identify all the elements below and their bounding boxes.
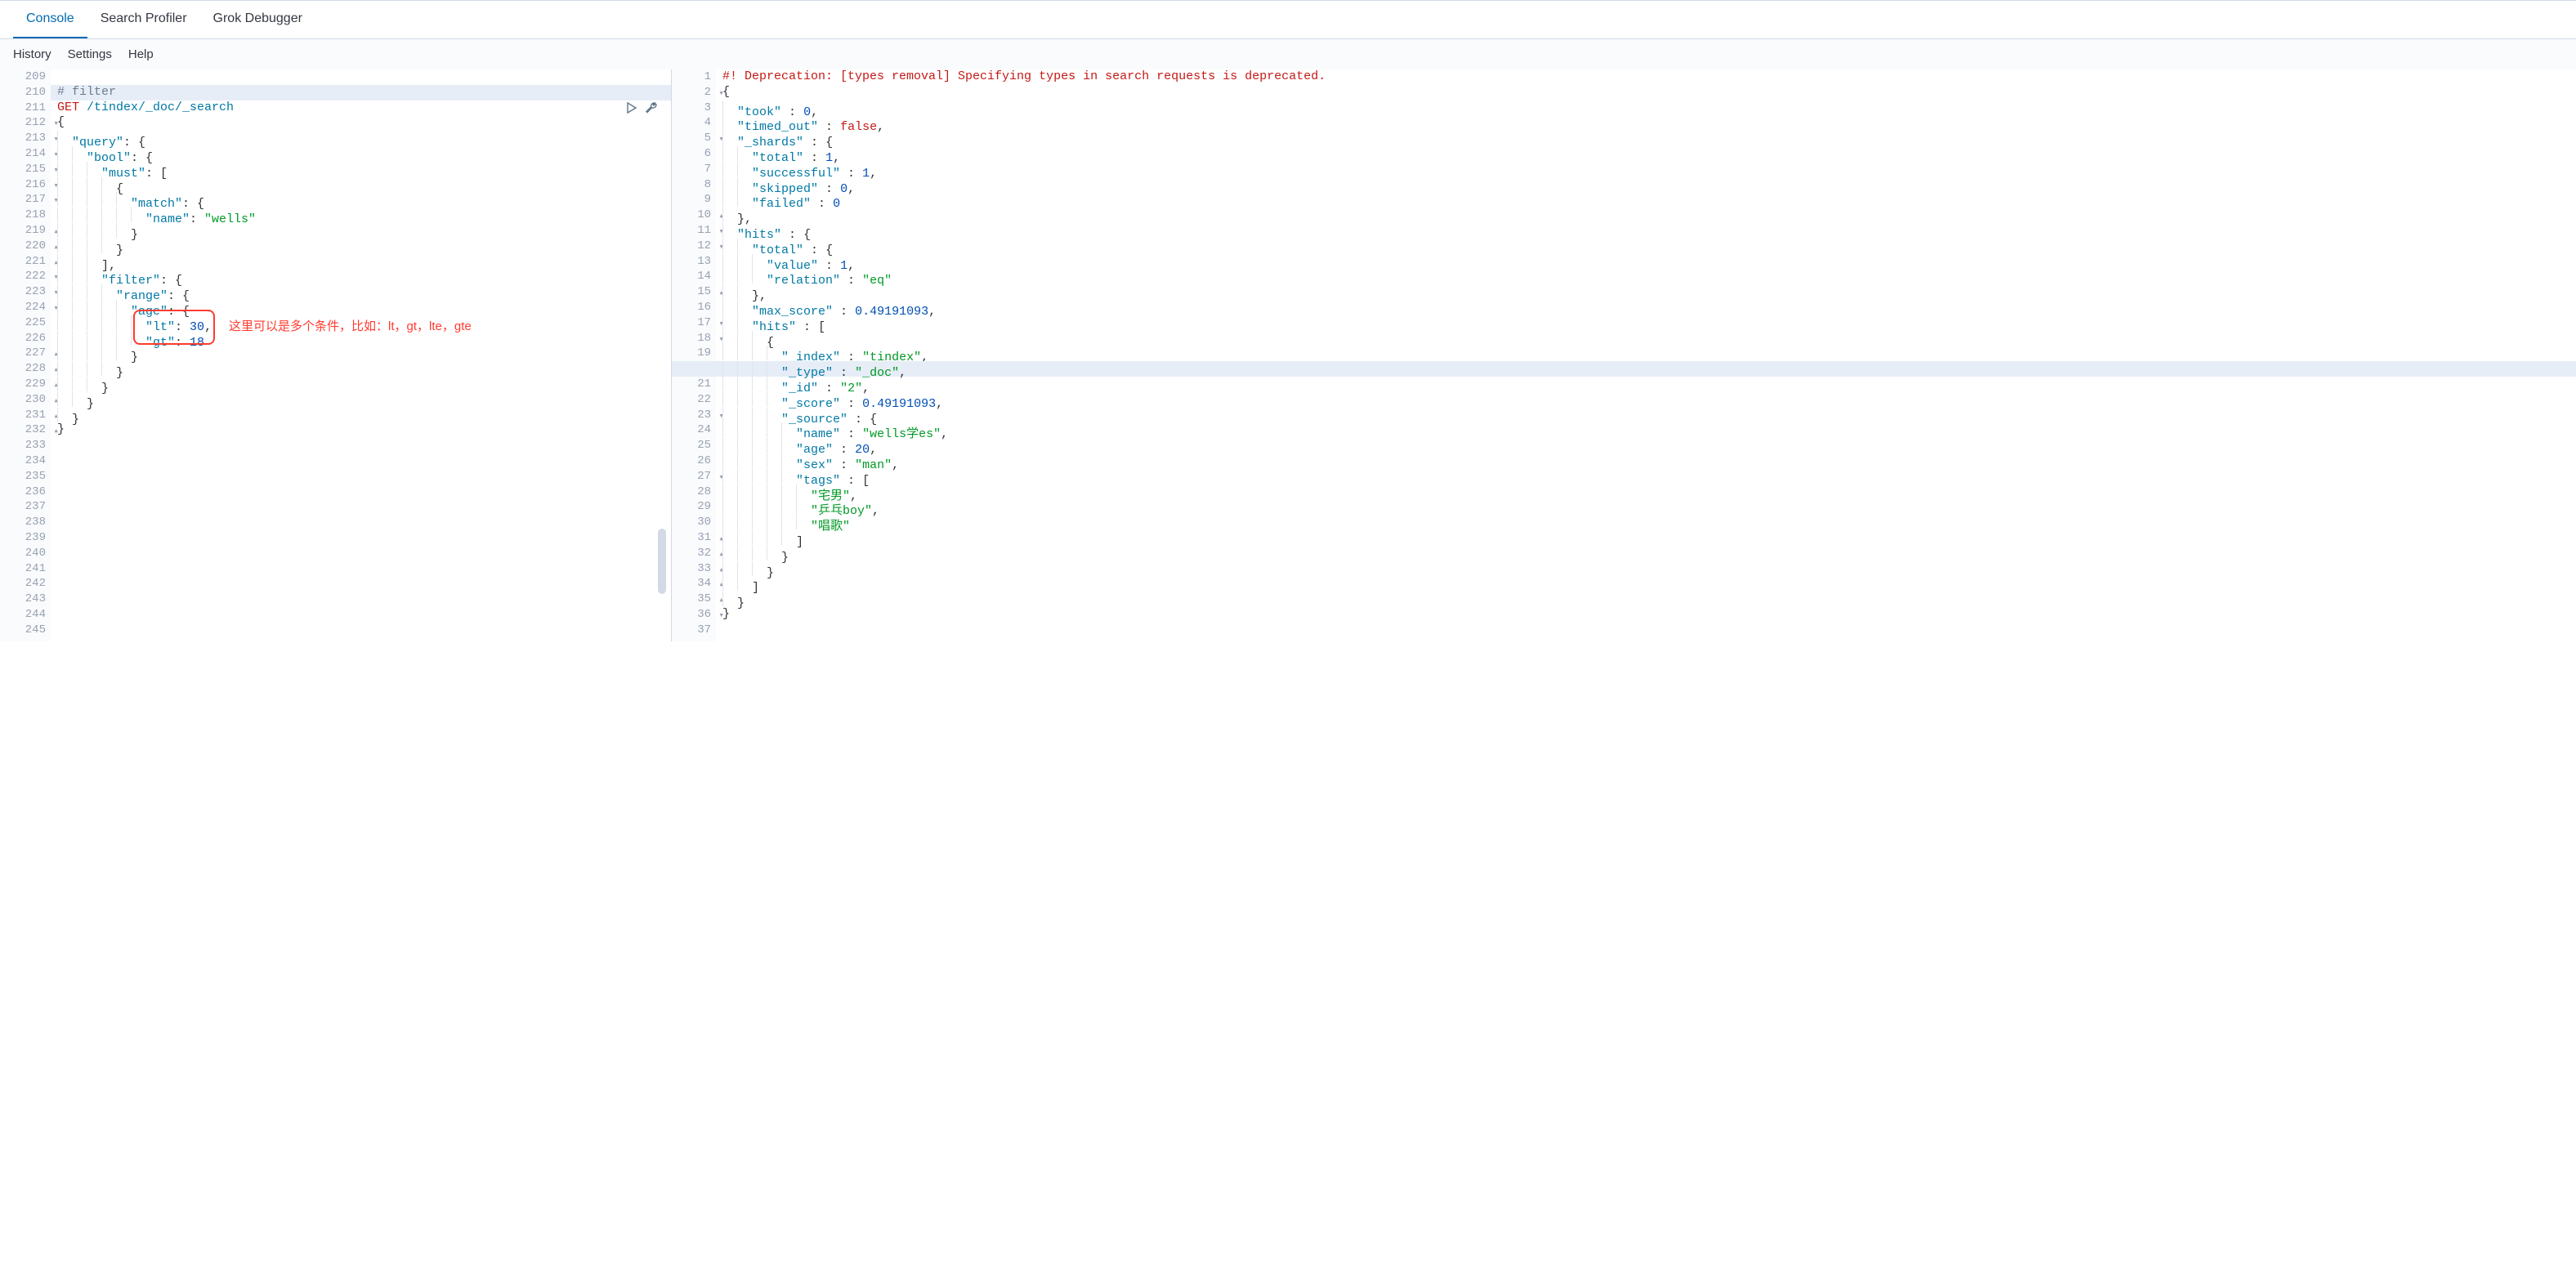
code-line[interactable] xyxy=(57,453,671,469)
code-line[interactable]: } xyxy=(57,239,671,254)
code-line[interactable]: } xyxy=(57,377,671,392)
code-line[interactable] xyxy=(57,69,671,85)
code-line[interactable] xyxy=(722,623,2576,638)
code-line[interactable]: ] xyxy=(722,530,2576,546)
response-code[interactable]: #! Deprecation: [types removal] Specifyi… xyxy=(716,69,2576,641)
code-line[interactable]: } xyxy=(57,361,671,377)
play-icon[interactable] xyxy=(625,101,638,120)
help-link[interactable]: Help xyxy=(128,47,154,61)
code-line[interactable]: "_id" : "2", xyxy=(722,377,2576,392)
code-line[interactable]: "total" : 1, xyxy=(722,146,2576,162)
code-line[interactable]: "relation" : "eq" xyxy=(722,269,2576,284)
code-line[interactable] xyxy=(57,484,671,500)
code-line[interactable]: "total" : { xyxy=(722,239,2576,254)
settings-link[interactable]: Settings xyxy=(68,47,112,61)
code-line[interactable]: "took" : 0, xyxy=(722,100,2576,116)
code-line[interactable] xyxy=(57,499,671,515)
code-line[interactable]: } xyxy=(722,592,2576,607)
code-line[interactable]: "_score" : 0.49191093, xyxy=(722,392,2576,408)
tab-search-profiler[interactable]: Search Profiler xyxy=(87,1,200,38)
code-line[interactable] xyxy=(57,561,671,577)
console-subbar: History Settings Help xyxy=(0,39,2576,69)
annotation-text: 这里可以是多个条件，比如：lt，gt，lte，gte xyxy=(229,319,472,335)
code-line[interactable]: } xyxy=(57,408,671,423)
wrench-icon[interactable] xyxy=(645,101,658,120)
code-line[interactable]: { xyxy=(722,331,2576,346)
code-line[interactable] xyxy=(57,546,671,561)
code-line[interactable]: } xyxy=(57,392,671,408)
request-editor[interactable]: 209210211212▾213▾214▾215▾216▾217▾218219▴… xyxy=(0,69,672,641)
request-scrollbar[interactable] xyxy=(658,529,666,594)
code-line[interactable]: } xyxy=(722,546,2576,561)
code-line[interactable]: "sex" : "man", xyxy=(722,453,2576,469)
tab-console[interactable]: Console xyxy=(13,1,87,38)
code-line[interactable]: "乒乓boy", xyxy=(722,499,2576,515)
code-line[interactable] xyxy=(57,576,671,592)
code-line[interactable]: "failed" : 0 xyxy=(722,192,2576,208)
annotation-box xyxy=(133,310,215,346)
code-line[interactable]: "_shards" : { xyxy=(722,131,2576,146)
code-line[interactable]: "_index" : "tindex", xyxy=(722,346,2576,361)
code-line[interactable]: "宅男", xyxy=(722,484,2576,500)
code-line[interactable]: "name": "wells" xyxy=(57,208,671,223)
code-line[interactable] xyxy=(57,592,671,607)
code-line[interactable]: "age" : 20, xyxy=(722,438,2576,453)
code-line[interactable]: "bool": { xyxy=(57,146,671,162)
response-gutter: 12▾345▾678910▴11▾12▾131415▴1617▾18▾19202… xyxy=(672,69,716,641)
code-line[interactable]: "timed_out" : false, xyxy=(722,115,2576,131)
code-line[interactable]: "唱歌" xyxy=(722,515,2576,530)
code-line[interactable]: } xyxy=(57,346,671,361)
code-line[interactable]: "match": { xyxy=(57,192,671,208)
code-line[interactable] xyxy=(57,515,671,530)
editor-split: 209210211212▾213▾214▾215▾216▾217▾218219▴… xyxy=(0,69,2576,641)
code-line[interactable]: ], xyxy=(57,254,671,270)
code-line[interactable]: "hits" : [ xyxy=(722,315,2576,331)
code-line[interactable]: "value" : 1, xyxy=(722,254,2576,270)
code-line[interactable]: "skipped" : 0, xyxy=(722,177,2576,193)
code-line[interactable] xyxy=(57,438,671,453)
code-line[interactable]: "successful" : 1, xyxy=(722,162,2576,177)
code-line[interactable]: "max_score" : 0.49191093, xyxy=(722,300,2576,315)
code-line[interactable]: "tags" : [ xyxy=(722,469,2576,484)
code-line[interactable]: "must": [ xyxy=(57,162,671,177)
code-line[interactable]: "name" : "wells学es", xyxy=(722,422,2576,438)
code-line[interactable] xyxy=(57,623,671,638)
code-line[interactable]: "query": { xyxy=(57,131,671,146)
code-line[interactable]: ] xyxy=(722,576,2576,592)
request-code[interactable]: # filterGET /tindex/_doc/_search{"query"… xyxy=(51,69,671,641)
code-line[interactable]: } xyxy=(722,607,2576,623)
code-line[interactable]: "_type" : "_doc", xyxy=(722,361,2576,377)
code-line[interactable]: }, xyxy=(722,208,2576,223)
response-viewer[interactable]: ⋮ 12▾345▾678910▴11▾12▾131415▴1617▾18▾192… xyxy=(672,69,2576,641)
code-line[interactable]: GET /tindex/_doc/_search xyxy=(57,100,671,116)
code-line[interactable]: } xyxy=(57,422,671,438)
request-actions xyxy=(625,101,658,120)
code-line[interactable]: "range": { xyxy=(57,284,671,300)
code-line[interactable]: }, xyxy=(722,284,2576,300)
code-line[interactable]: } xyxy=(57,223,671,239)
code-line[interactable] xyxy=(57,469,671,484)
code-line[interactable]: #! Deprecation: [types removal] Specifyi… xyxy=(722,69,2576,85)
code-line[interactable]: "hits" : { xyxy=(722,223,2576,239)
code-line[interactable]: # filter xyxy=(57,85,671,100)
code-line[interactable]: { xyxy=(722,85,2576,100)
code-line[interactable]: { xyxy=(57,177,671,193)
code-line[interactable]: "_source" : { xyxy=(722,408,2576,423)
code-line[interactable] xyxy=(57,607,671,623)
code-line[interactable]: { xyxy=(57,115,671,131)
code-line[interactable]: } xyxy=(722,561,2576,577)
code-line[interactable]: "filter": { xyxy=(57,269,671,284)
dev-tools-tabs: Console Search Profiler Grok Debugger xyxy=(0,0,2576,39)
request-gutter: 209210211212▾213▾214▾215▾216▾217▾218219▴… xyxy=(0,69,51,641)
history-link[interactable]: History xyxy=(13,47,51,61)
tab-grok-debugger[interactable]: Grok Debugger xyxy=(200,1,315,38)
code-line[interactable] xyxy=(57,530,671,546)
